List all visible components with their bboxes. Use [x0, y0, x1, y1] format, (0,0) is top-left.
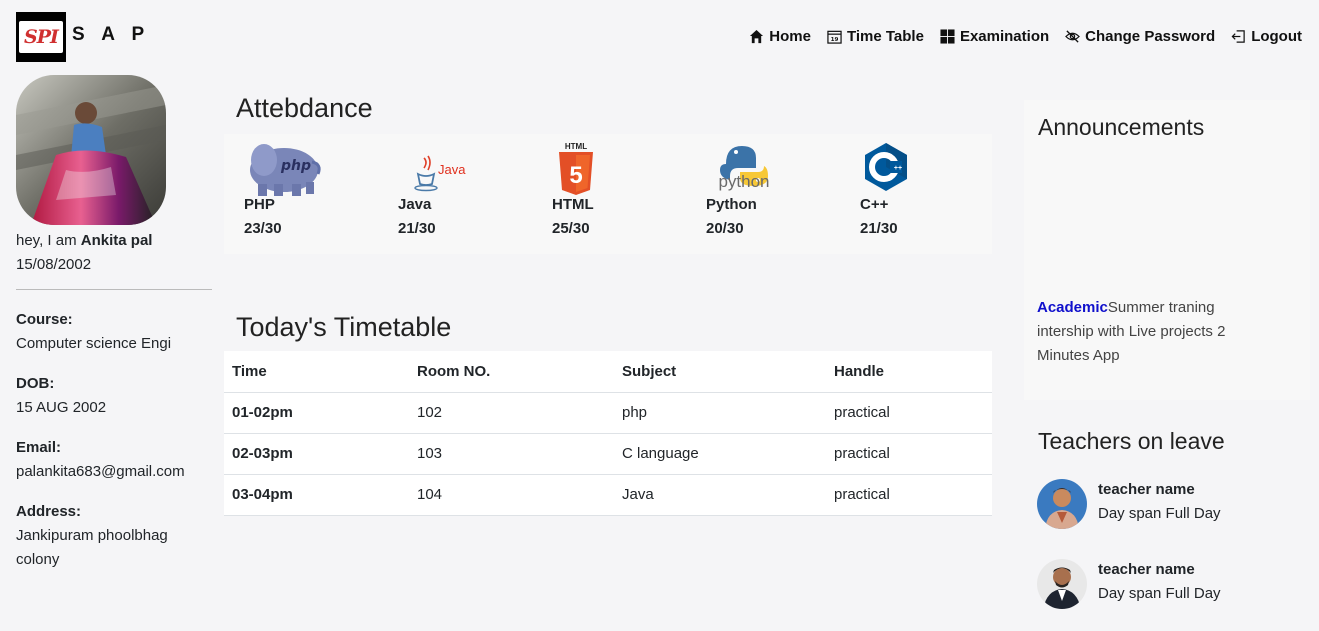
- nav-label: Home: [769, 28, 811, 45]
- address-field: Address: Jankipuram phoolbhag colony: [16, 500, 196, 572]
- logo[interactable]: SPI: [16, 12, 66, 62]
- eye-slash-icon: [1065, 30, 1081, 43]
- teacher-name: teacher name: [1098, 561, 1195, 578]
- grid-icon: [940, 29, 955, 44]
- cpp-icon: ++: [865, 143, 907, 191]
- timetable: Time Room NO. Subject Handle 01-02pm 102…: [224, 351, 992, 516]
- nav-home[interactable]: Home: [749, 28, 811, 45]
- profile-greeting: hey, I am Ankita pal 15/08/2002: [16, 229, 152, 277]
- logout-icon: [1231, 30, 1245, 43]
- subject-name: HTML: [552, 196, 594, 213]
- php-icon: php: [250, 144, 321, 196]
- subject-score: 21/30: [860, 220, 898, 237]
- nav-change-password[interactable]: Change Password: [1065, 28, 1215, 45]
- teacher-leave-item: teacher name Day span Full Day: [1037, 479, 1277, 529]
- brand-name: S A P: [72, 24, 151, 45]
- top-nav: Home 19 Time Table Examination Change Pa…: [749, 28, 1302, 45]
- dob-field: DOB: 15 AUG 2002: [16, 372, 216, 420]
- cell-subject: C language: [614, 433, 826, 475]
- teacher-day-span: Day span Full Day: [1098, 505, 1221, 522]
- announcement-tag[interactable]: Academic: [1037, 299, 1108, 316]
- cell-time: 01-02pm: [224, 392, 409, 434]
- column-header: Subject: [614, 351, 826, 393]
- java-icon: Java: [414, 155, 466, 192]
- cell-room: 104: [409, 474, 614, 516]
- teacher-avatar: [1037, 559, 1087, 609]
- profile-avatar: [16, 75, 166, 225]
- subject-score: 25/30: [552, 220, 590, 237]
- svg-text:php: php: [280, 158, 311, 174]
- subject-name: Python: [706, 196, 757, 213]
- subject-name: C++: [860, 196, 889, 213]
- field-value: 15 AUG 2002: [16, 399, 107, 416]
- teacher-day-span: Day span Full Day: [1098, 585, 1221, 602]
- nav-label: Time Table: [846, 28, 924, 45]
- announcements-title: Announcements: [1038, 114, 1205, 140]
- column-header: Room NO.: [409, 351, 614, 393]
- profile-name: Ankita pal: [80, 232, 153, 249]
- cell-subject: Java: [614, 474, 826, 516]
- column-header: Handle: [826, 351, 992, 393]
- email-field: Email: palankita683@gmail.com: [16, 436, 216, 484]
- table-row: 02-03pm 103 C language practical: [224, 433, 992, 475]
- cell-time: 03-04pm: [224, 474, 409, 516]
- field-label: DOB:: [16, 375, 55, 392]
- teacher-avatar: [1037, 479, 1087, 529]
- divider: [16, 289, 212, 290]
- nav-label: Logout: [1251, 28, 1302, 45]
- profile-dob-short: 15/08/2002: [16, 256, 92, 273]
- cell-handle: practical: [826, 392, 992, 434]
- cell-room: 102: [409, 392, 614, 434]
- subject-score: 23/30: [244, 220, 282, 237]
- nav-label: Examination: [959, 28, 1050, 45]
- subject-name: PHP: [244, 196, 275, 213]
- timetable-title: Today's Timetable: [236, 312, 452, 342]
- svg-text:19: 19: [831, 37, 839, 43]
- attendance-title: Attebdance: [236, 93, 373, 123]
- svg-text:5: 5: [569, 162, 582, 189]
- html5-icon: HTML 5: [559, 142, 593, 195]
- field-value: Jankipuram phoolbhag colony: [16, 527, 168, 568]
- teacher-name: teacher name: [1098, 481, 1195, 498]
- cell-room: 103: [409, 433, 614, 475]
- svg-text:++: ++: [894, 165, 902, 172]
- announcement-item[interactable]: AcademicSummer traning intership with Li…: [1037, 296, 1267, 368]
- cell-subject: php: [614, 392, 826, 434]
- nav-label: Change Password: [1085, 28, 1216, 45]
- field-label: Email:: [16, 439, 62, 456]
- field-value: Computer science Engi: [16, 335, 172, 352]
- svg-text:Java: Java: [438, 162, 466, 177]
- attendance-panel: php PHP 23/30 Java Java 21/30 HTML 5 HTM…: [224, 134, 992, 254]
- subject-score: 21/30: [398, 220, 436, 237]
- course-field: Course: Computer science Engi: [16, 308, 216, 356]
- cell-handle: practical: [826, 474, 992, 516]
- field-value: palankita683@gmail.com: [16, 463, 185, 480]
- table-row: 03-04pm 104 Java practical: [224, 474, 992, 516]
- table-header-row: Time Room NO. Subject Handle: [224, 351, 992, 393]
- teacher-leave-item: teacher name Day span Full Day: [1037, 559, 1277, 609]
- svg-text:python: python: [718, 172, 769, 191]
- logo-mark: SPI: [19, 21, 63, 53]
- subject-name: Java: [398, 196, 432, 213]
- nav-logout[interactable]: Logout: [1231, 28, 1302, 45]
- cell-handle: practical: [826, 433, 992, 475]
- teachers-on-leave-title: Teachers on leave: [1038, 428, 1225, 454]
- svg-text:HTML: HTML: [565, 142, 587, 151]
- nav-time-table[interactable]: 19 Time Table: [827, 28, 924, 45]
- table-row: 01-02pm 102 php practical: [224, 392, 992, 434]
- home-icon: [750, 29, 764, 44]
- cell-time: 02-03pm: [224, 433, 409, 475]
- field-label: Course:: [16, 311, 73, 328]
- nav-examination[interactable]: Examination: [940, 28, 1049, 45]
- calendar-icon: 19: [827, 30, 842, 44]
- field-label: Address:: [16, 503, 82, 520]
- subject-score: 20/30: [706, 220, 744, 237]
- greeting-text: hey, I am: [16, 232, 77, 249]
- python-icon: python: [718, 146, 770, 191]
- column-header: Time: [224, 351, 409, 393]
